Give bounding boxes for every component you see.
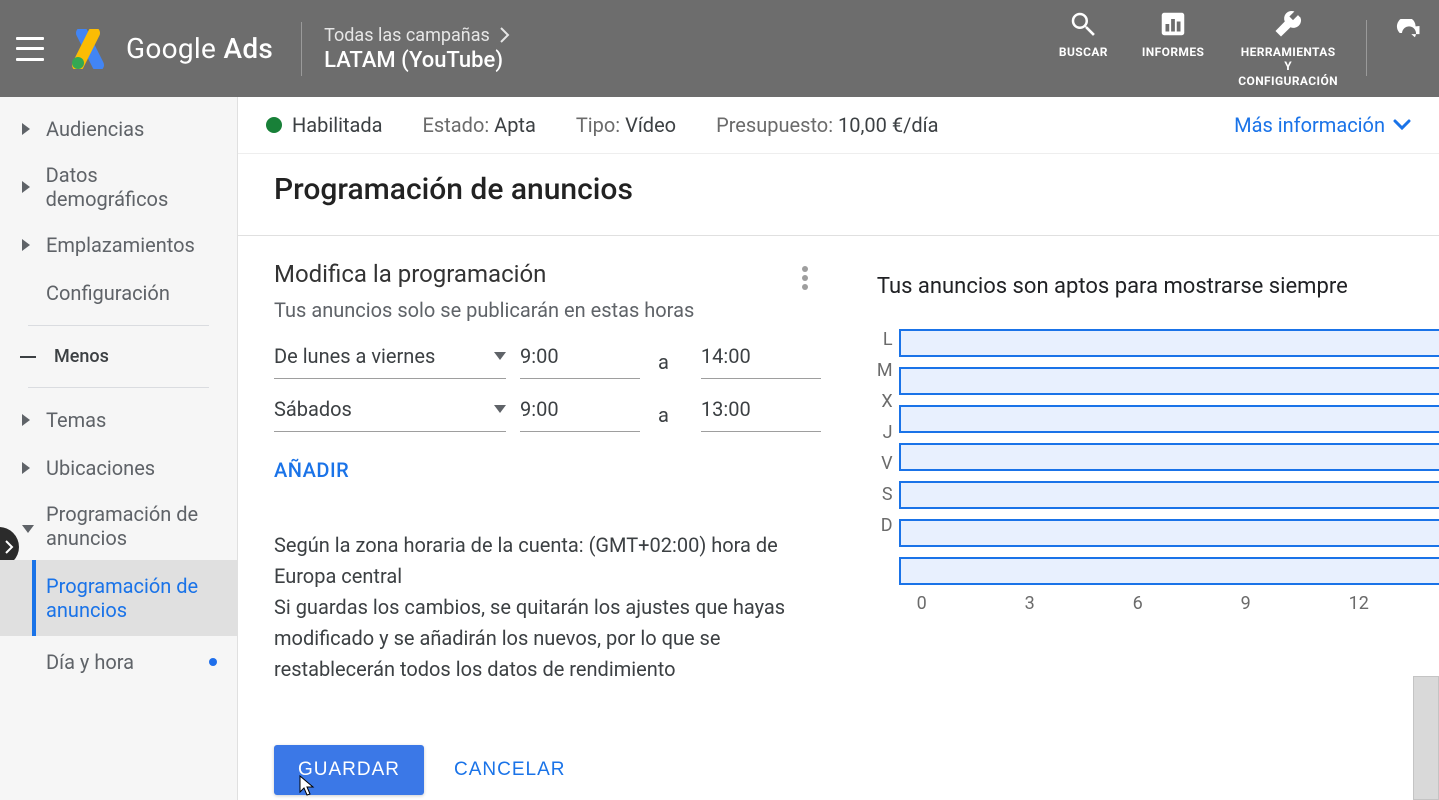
sidebar-item-settings[interactable]: Configuración: [0, 269, 237, 317]
mouse-cursor-icon: [298, 775, 316, 797]
timezone-note: Según la zona horaria de la cuenta: (GMT…: [274, 530, 821, 592]
panel-subtitle: Tus anuncios solo se publicarán en estas…: [274, 298, 694, 322]
minus-icon: [20, 356, 36, 358]
schedule-chart: L M X J V S D: [877, 329, 1439, 614]
tools-button[interactable]: HERRAMIENTAS Y CONFIGURACIÓN: [1238, 9, 1338, 88]
search-icon: [1068, 9, 1098, 39]
ads-logo-icon: [68, 29, 112, 69]
reports-button[interactable]: INFORMES: [1142, 9, 1204, 59]
time-from-input[interactable]: 9:00: [520, 397, 640, 432]
chevron-right-icon: [4, 539, 14, 555]
chart-bar: [899, 405, 1439, 433]
schedule-row: De lunes a viernes 9:00 a 14:00: [274, 344, 821, 379]
chevron-right-icon: [500, 27, 510, 43]
bar-chart-icon: [1158, 9, 1188, 39]
time-from-input[interactable]: 9:00: [520, 344, 640, 379]
campaign-status[interactable]: Habilitada: [266, 113, 383, 137]
chart-bar: [899, 329, 1439, 357]
panel-title: Modifica la programación: [274, 260, 694, 288]
day-select[interactable]: De lunes a viernes: [274, 344, 506, 379]
schedule-row: Sábados 9:00 a 13:00: [274, 397, 821, 432]
sidebar-item-placements[interactable]: Emplazamientos: [0, 221, 237, 269]
sidebar-item-ad-schedule[interactable]: Programación de anuncios: [0, 492, 237, 560]
chart-bar: [899, 481, 1439, 509]
cancel-button[interactable]: CANCELAR: [454, 759, 565, 781]
sidebar-item-topics[interactable]: Temas: [0, 396, 237, 444]
sidebar-sub-day-hour[interactable]: Día y hora: [0, 636, 237, 688]
status-dot-icon: [266, 117, 282, 133]
page-title: Programación de anuncios: [238, 154, 1439, 235]
caret-down-icon: [494, 405, 506, 413]
sidebar-item-audiences[interactable]: Audiencias: [0, 105, 237, 153]
time-to-input[interactable]: 13:00: [701, 397, 821, 432]
breadcrumb-top: Todas las campañas: [324, 25, 490, 46]
save-warning-note: Si guardas los cambios, se quitarán los …: [274, 592, 821, 685]
sidebar-less-toggle[interactable]: Menos: [0, 334, 237, 379]
chart-bar: [899, 557, 1439, 585]
sidebar-sub-ad-schedule[interactable]: Programación de anuncios: [0, 560, 237, 636]
hamburger-menu-icon[interactable]: [16, 37, 44, 61]
add-schedule-button[interactable]: AÑADIR: [274, 458, 349, 482]
sidebar: Audiencias Datos demográficos Emplazamie…: [0, 97, 238, 800]
sidebar-item-demographics[interactable]: Datos demográficos: [0, 153, 237, 221]
chart-bar: [899, 367, 1439, 395]
wrench-icon: [1273, 9, 1303, 39]
more-info-toggle[interactable]: Más información: [1234, 113, 1411, 137]
reload-button[interactable]: [1395, 19, 1423, 47]
chart-bar: [899, 519, 1439, 547]
vertical-scrollbar[interactable]: [1413, 676, 1439, 800]
save-button[interactable]: GUARDAR: [274, 745, 424, 795]
schedule-chart-title: Tus anuncios son aptos para mostrarse si…: [877, 274, 1439, 299]
logo: Google Ads: [68, 29, 273, 69]
time-to-input[interactable]: 14:00: [701, 344, 821, 379]
search-button[interactable]: BUSCAR: [1059, 9, 1108, 59]
breadcrumb-current: LATAM (YouTube): [324, 48, 510, 73]
chevron-down-icon: [1393, 119, 1411, 131]
campaign-info-bar: Habilitada Estado: Apta Tipo: Vídeo Pres…: [238, 97, 1439, 154]
reload-icon: [1395, 19, 1423, 47]
more-menu-icon[interactable]: [795, 264, 815, 292]
breadcrumb[interactable]: Todas las campañas LATAM (YouTube): [324, 25, 510, 73]
indicator-dot-icon: [209, 658, 217, 666]
chart-x-axis: 0 3 6 9 12: [917, 593, 1439, 614]
product-name: Google Ads: [126, 32, 273, 65]
sidebar-item-locations[interactable]: Ubicaciones: [0, 444, 237, 492]
day-select[interactable]: Sábados: [274, 397, 506, 432]
chart-bar: [899, 443, 1439, 471]
caret-down-icon: [494, 352, 506, 360]
